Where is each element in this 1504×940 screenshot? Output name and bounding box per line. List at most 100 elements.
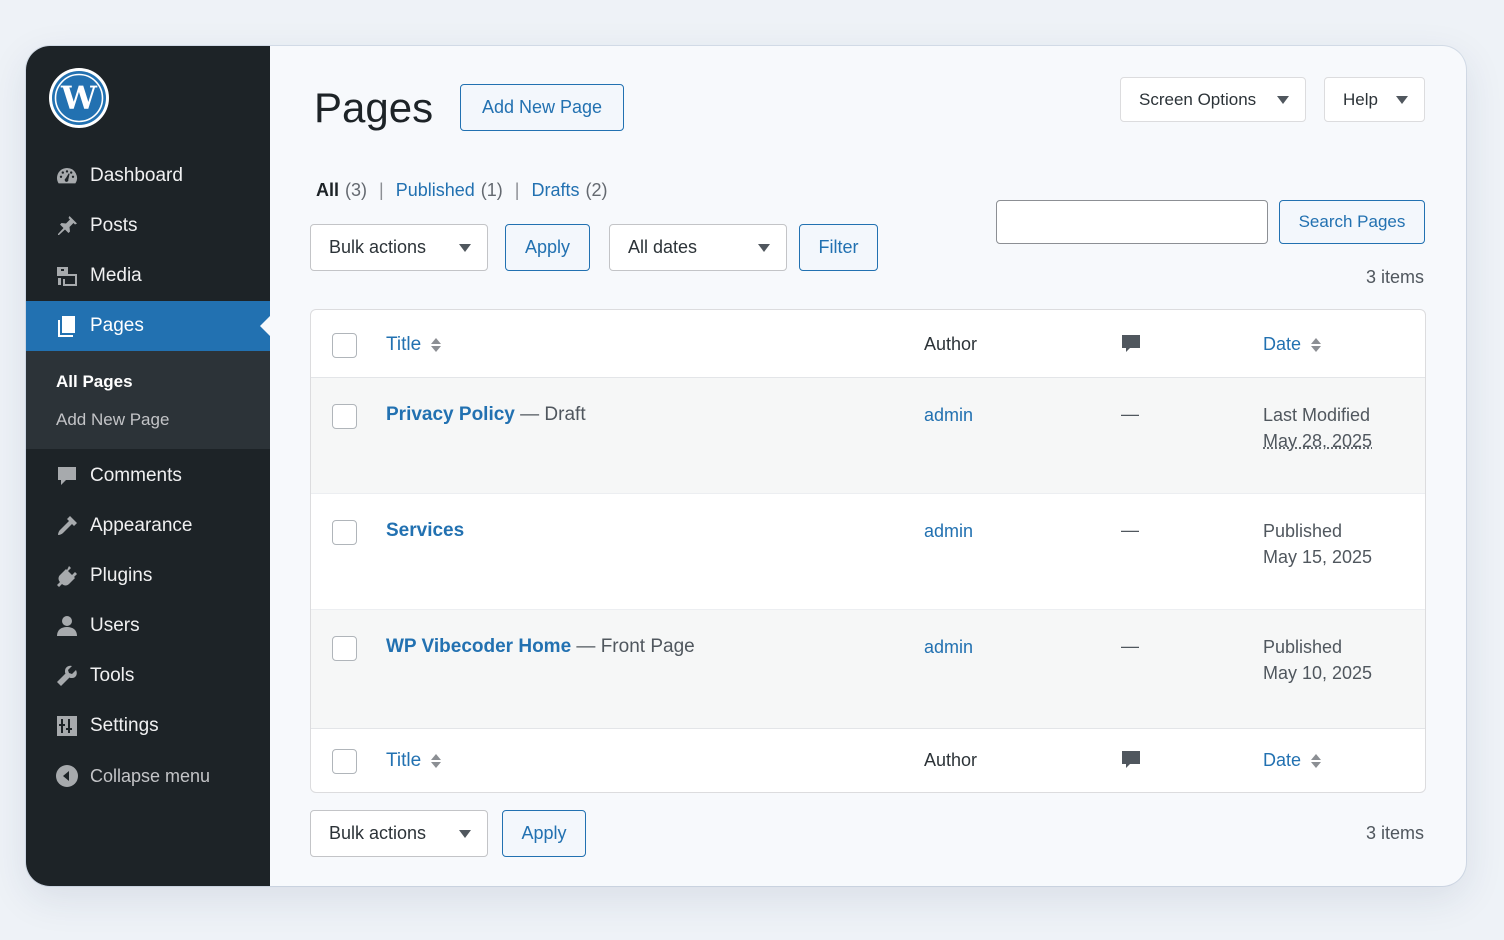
row-title-cell: WP Vibecoder Home — Front Page (386, 636, 695, 658)
apply-button-bottom[interactable]: Apply (502, 810, 586, 857)
select-all-checkbox[interactable] (332, 749, 357, 774)
help-button[interactable]: Help (1324, 77, 1425, 122)
dashboard-icon (54, 163, 80, 189)
view-drafts-link[interactable]: Drafts (531, 180, 579, 201)
filter-button[interactable]: Filter (799, 224, 878, 271)
wrench-icon (54, 663, 80, 689)
row-post-state: — Draft (520, 404, 586, 425)
row-date-status: Last Modified (1263, 405, 1371, 425)
svg-text:W: W (60, 79, 98, 117)
row-date-value: May 15, 2025 (1263, 547, 1373, 567)
row-date-value: May 10, 2025 (1263, 663, 1373, 683)
row-comments-count: — (1121, 636, 1139, 656)
submenu-item-add-new-page[interactable]: Add New Page (56, 401, 270, 439)
sidebar-item-comments[interactable]: Comments (26, 451, 270, 501)
sort-icon (431, 337, 442, 353)
table-row: WP Vibecoder Home — Front Page admin — P… (311, 610, 1425, 729)
pin-icon (54, 213, 80, 239)
row-title-link[interactable]: WP Vibecoder Home (386, 636, 571, 657)
row-date-status: Published (1263, 637, 1343, 657)
sidebar-item-plugins[interactable]: Plugins (26, 551, 270, 601)
pages-submenu: All Pages Add New Page (26, 351, 270, 449)
collapse-menu-button[interactable]: Collapse menu (26, 751, 270, 801)
comment-bubble-icon (1122, 751, 1140, 768)
row-title-link[interactable]: Services (386, 520, 464, 541)
row-title-cell: Privacy Policy — Draft (386, 404, 586, 426)
sidebar-item-label: Tools (90, 665, 135, 686)
plug-icon (54, 563, 80, 589)
date-sort-link[interactable]: Date (1263, 750, 1301, 770)
submenu-item-all-pages[interactable]: All Pages (56, 363, 270, 401)
add-new-page-button[interactable]: Add New Page (460, 84, 624, 131)
brush-icon (54, 513, 80, 539)
view-separator: | (514, 180, 520, 200)
date-sort-link[interactable]: Date (1263, 334, 1301, 354)
row-checkbox[interactable] (332, 636, 357, 661)
screen-options-label: Screen Options (1139, 89, 1257, 109)
row-post-state: — Front Page (576, 636, 695, 657)
collapse-menu-label: Collapse menu (90, 765, 211, 786)
sidebar-item-label: Media (90, 265, 142, 286)
sort-icon (1311, 753, 1322, 769)
title-column-footer[interactable]: Title (386, 750, 442, 772)
chevron-down-icon (1396, 95, 1408, 104)
bulk-actions-select[interactable]: Bulk actions (310, 224, 488, 271)
title-sort-link[interactable]: Title (386, 334, 421, 355)
row-comments-count: — (1121, 404, 1139, 424)
view-drafts-count: (2) (585, 180, 608, 200)
apply-button[interactable]: Apply (505, 224, 590, 271)
sidebar-item-posts[interactable]: Posts (26, 201, 270, 251)
table-footer-row: Title Author Date (311, 728, 1425, 792)
sidebar-item-appearance[interactable]: Appearance (26, 501, 270, 551)
row-author-link[interactable]: admin (924, 637, 973, 658)
dates-filter-select[interactable]: All dates (609, 224, 787, 271)
items-count: 3 items (1365, 267, 1424, 287)
sidebar-item-pages[interactable]: Pages (26, 301, 270, 351)
screen-options-button[interactable]: Screen Options (1120, 77, 1306, 122)
row-title-link[interactable]: Privacy Policy (386, 404, 515, 425)
row-checkbox[interactable] (332, 404, 357, 429)
view-separator: | (379, 180, 384, 200)
sidebar-item-users[interactable]: Users (26, 601, 270, 651)
date-column-footer[interactable]: Date (1263, 747, 1322, 773)
comment-bubble-icon (1122, 335, 1140, 352)
view-all-count: (3) (345, 180, 368, 200)
bulk-actions-select-bottom[interactable]: Bulk actions (310, 810, 488, 857)
comments-column-header (1121, 334, 1141, 359)
row-author-link[interactable]: admin (924, 521, 973, 542)
table-header-row: Title Author Date (311, 310, 1425, 378)
sidebar-item-label: Pages (90, 315, 144, 336)
row-date-value: May 28, 2025 (1263, 431, 1373, 451)
search-input[interactable] (996, 200, 1268, 244)
media-icon (54, 263, 80, 289)
sidebar-item-dashboard[interactable]: Dashboard (26, 151, 270, 201)
author-column-footer: Author (924, 750, 978, 770)
comments-column-footer (1121, 750, 1141, 775)
sort-icon (431, 753, 442, 769)
view-published-link[interactable]: Published (396, 180, 475, 201)
sidebar-item-label: Dashboard (90, 165, 183, 186)
bulk-actions-value: Bulk actions (329, 237, 427, 257)
row-checkbox[interactable] (332, 520, 357, 545)
sidebar-item-settings[interactable]: Settings (26, 701, 270, 751)
sidebar-item-media[interactable]: Media (26, 251, 270, 301)
row-date-cell: Published May 15, 2025 (1263, 518, 1372, 570)
row-date-status: Published (1263, 521, 1343, 541)
sidebar-menu: Dashboard Posts Media Pages All Pages Ad… (26, 151, 270, 801)
row-author-link[interactable]: admin (924, 405, 973, 426)
view-all-link[interactable]: All (316, 180, 339, 201)
sidebar-item-tools[interactable]: Tools (26, 651, 270, 701)
items-count-bottom: 3 items (1365, 823, 1424, 843)
sidebar-item-label: Settings (90, 715, 159, 736)
chevron-down-icon (1277, 95, 1289, 104)
sidebar-item-label: Comments (90, 465, 182, 486)
wordpress-logo-icon[interactable]: W (48, 67, 110, 129)
title-sort-link[interactable]: Title (386, 750, 421, 771)
date-column-header[interactable]: Date (1263, 331, 1322, 357)
select-all-checkbox[interactable] (332, 333, 357, 358)
user-icon (54, 613, 80, 639)
pages-icon (54, 313, 80, 339)
title-column-header[interactable]: Title (386, 334, 442, 356)
search-pages-button[interactable]: Search Pages (1279, 200, 1425, 244)
sidebar-item-label: Appearance (90, 515, 193, 536)
